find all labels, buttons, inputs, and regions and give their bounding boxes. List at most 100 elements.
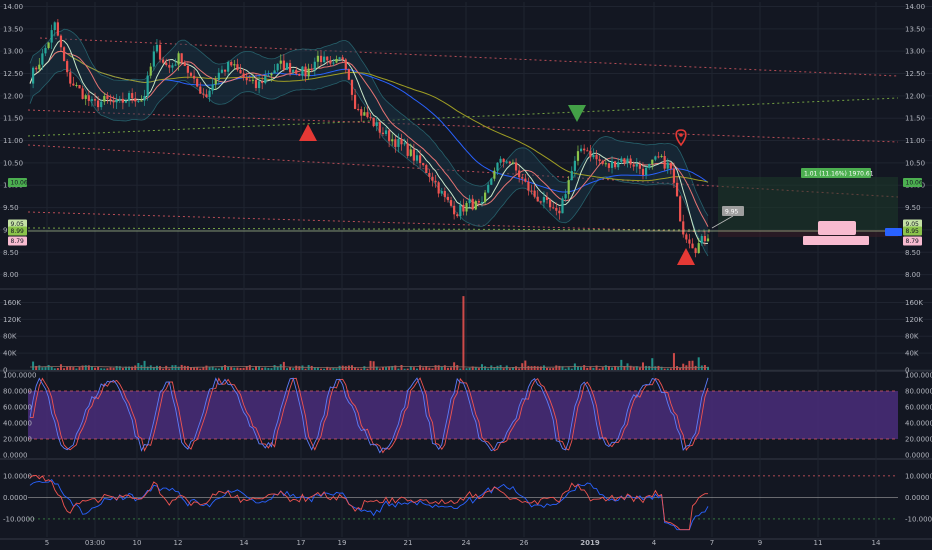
candle-body (62, 47, 66, 62)
price-tick-right: 8.50 (905, 249, 921, 257)
candle-body (626, 158, 629, 164)
candle-body (59, 35, 63, 48)
candle-body (598, 159, 601, 162)
volume-bar (320, 368, 323, 370)
volume-bar (183, 365, 186, 370)
candle-body (168, 64, 171, 68)
price-tick-left: 10.50 (3, 159, 23, 167)
price-tick-right: 14.00 (905, 3, 925, 11)
volume-bar (285, 368, 288, 370)
candle-body (567, 180, 570, 195)
volume-bar (601, 367, 604, 370)
volume-bar (66, 366, 69, 370)
price-tick-right: 13.50 (905, 25, 925, 33)
volume-bar (75, 368, 78, 370)
stochastic-tick-right: 80.0000 (905, 388, 932, 396)
price-tick-left: 8.00 (3, 271, 19, 279)
candle-body (391, 139, 394, 142)
candle-body (56, 22, 59, 36)
candle-body (592, 154, 595, 158)
volume-bar (59, 364, 62, 370)
candle-body (666, 162, 669, 169)
candle-body (307, 68, 310, 77)
candle-body (124, 100, 128, 103)
volume-bar (193, 367, 196, 370)
candle-body (508, 161, 511, 164)
price-tick-left: 8.50 (3, 249, 19, 257)
candle-body (149, 66, 152, 76)
candle-body (292, 69, 295, 73)
volume-bar (555, 365, 558, 370)
candle-body (703, 236, 707, 242)
candle-body (112, 100, 115, 103)
candle-body (381, 132, 385, 134)
x-tick-label: 9 (758, 539, 762, 547)
candle-body (440, 191, 443, 194)
candle-body (576, 151, 580, 161)
candle-body (214, 79, 217, 85)
candle-body (483, 192, 487, 203)
volume-bar (121, 368, 124, 370)
volume-bar (72, 367, 75, 370)
volume-bar (567, 367, 570, 370)
price-tick-left: 9.50 (3, 204, 19, 212)
candle-body (257, 81, 261, 89)
volume-bar (422, 367, 425, 370)
oscillator-red-line (29, 475, 708, 531)
volume-bar (669, 368, 672, 370)
candle-body (165, 62, 168, 65)
candle-body (248, 80, 251, 82)
candle-body (217, 72, 220, 80)
candle-body (369, 117, 372, 119)
candle-body (579, 148, 583, 152)
volume-bar (329, 368, 332, 370)
volume-bar (425, 366, 428, 370)
volume-bar (273, 365, 276, 370)
candle-body (682, 221, 685, 235)
volume-bar (202, 367, 205, 370)
candle-body (66, 61, 69, 73)
volume-bar (682, 363, 685, 370)
candle-body (675, 182, 679, 197)
candle-body (38, 64, 41, 70)
volume-bar (518, 368, 521, 370)
candle-body (106, 95, 109, 99)
candle-body (644, 167, 648, 175)
volume-bar (450, 367, 453, 370)
chart-canvas[interactable]: 5 03:00 10 12 14 17 19 21 24 26 2019 4 7 9 11 14 14.00 14… (0, 0, 932, 550)
volume-bar (592, 367, 595, 370)
candle-body (357, 108, 360, 110)
candle-body (93, 99, 97, 101)
candle-body (505, 161, 508, 163)
volume-bar (468, 367, 471, 370)
volume-bar (323, 368, 326, 370)
volume-bar (477, 368, 480, 370)
price-tick-left: 14.00 (3, 3, 23, 11)
volume-bar (446, 367, 449, 370)
volume-tick-left: 40K (3, 350, 17, 358)
volume-bar (177, 366, 180, 370)
volume-bar (205, 365, 208, 370)
volume-bar (146, 366, 149, 370)
x-tick-label: 10 (133, 539, 142, 547)
candle-body (564, 194, 567, 199)
candle-body (490, 178, 493, 185)
x-tick-label: 11 (814, 539, 823, 547)
volume-bar (459, 368, 462, 370)
projection-box-green (718, 177, 898, 230)
candle-body (97, 100, 100, 108)
volume-bar (248, 365, 251, 370)
volume-bar (38, 365, 41, 370)
candle-body (295, 69, 298, 74)
price-tick-right: 9.50 (905, 204, 921, 212)
candle-body (533, 190, 536, 197)
candle-body (384, 130, 388, 134)
candle-body (264, 76, 267, 84)
volume-tick-left: 80K (3, 333, 17, 341)
candle-body (474, 201, 477, 210)
stochastic-tick-left: 20.0000 (3, 436, 32, 444)
volume-bar (515, 366, 518, 370)
candle-body (338, 57, 341, 59)
volume-bar (400, 365, 403, 370)
candle-body (694, 248, 697, 254)
